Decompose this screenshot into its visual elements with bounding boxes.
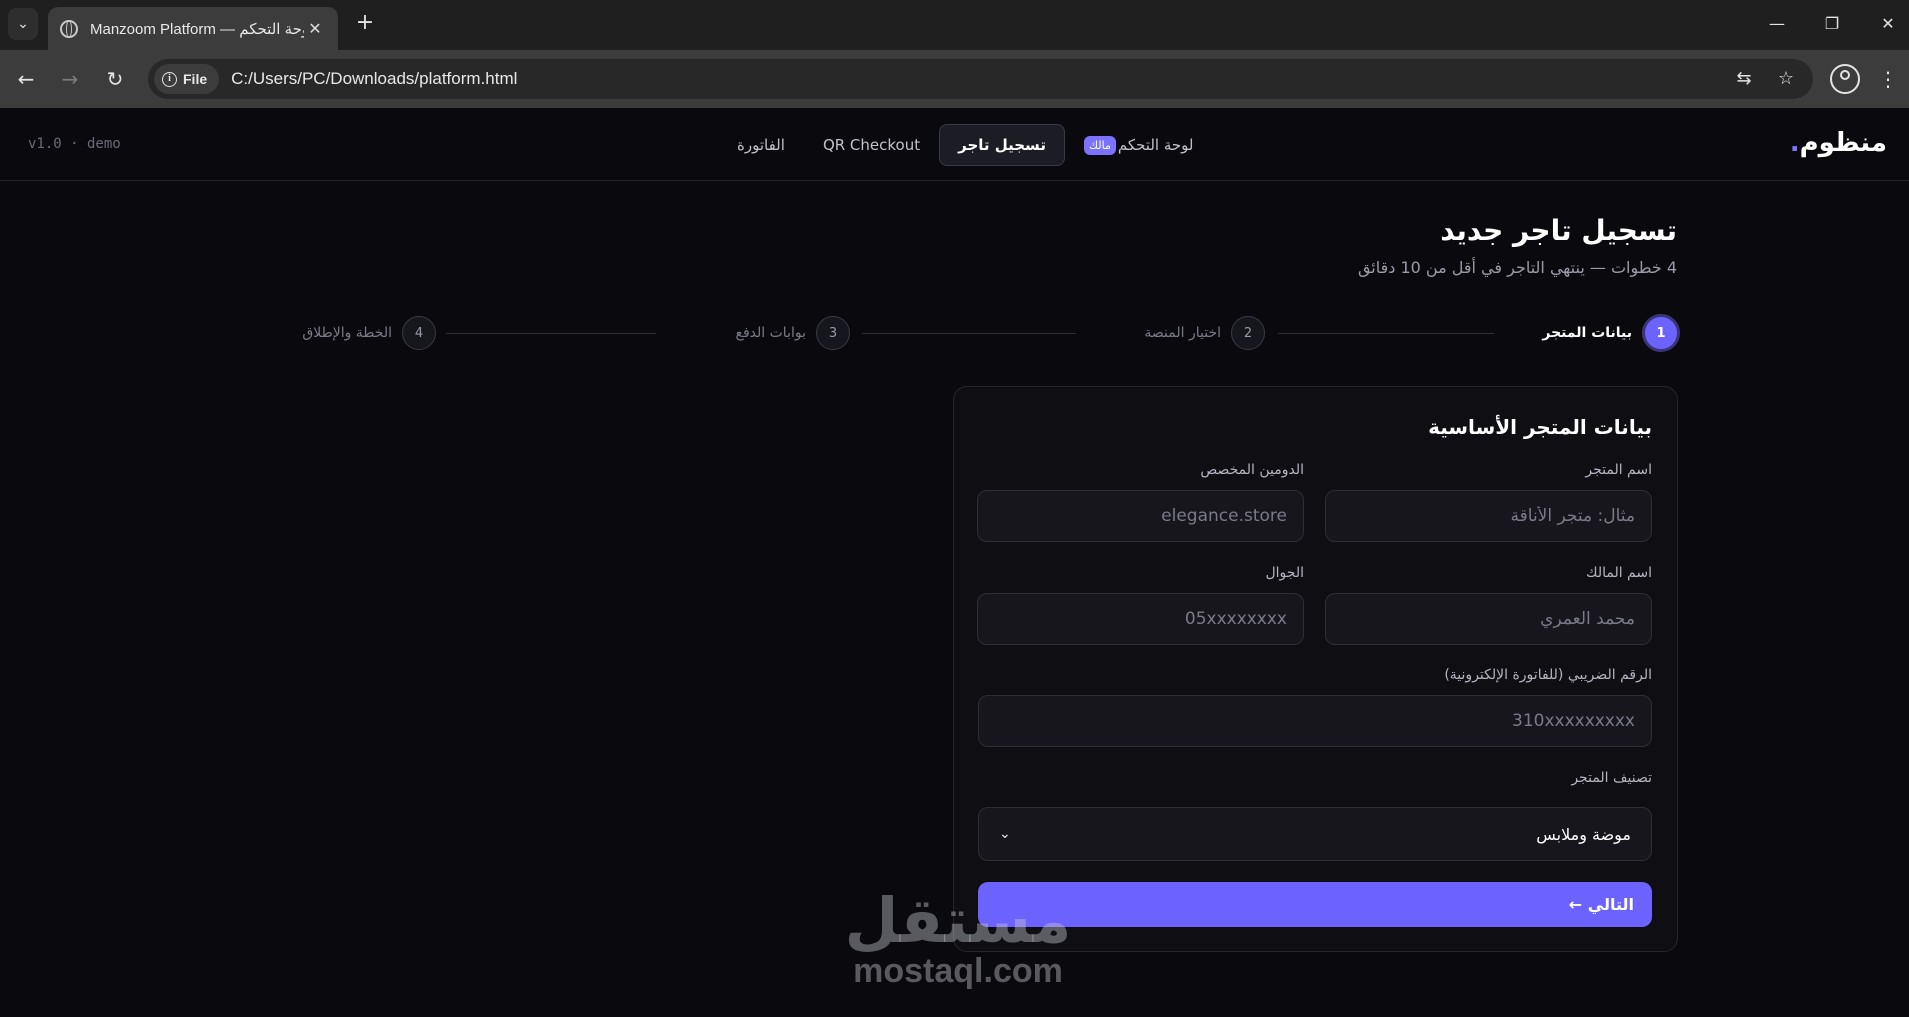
browser-menu-icon[interactable]: ⋮ (1876, 64, 1900, 94)
close-window-icon[interactable]: ✕ (1868, 10, 1908, 38)
version-label: v1.0 · demo (28, 136, 121, 152)
tab-close-icon[interactable]: ✕ (304, 19, 326, 38)
owner-name-input[interactable] (1325, 593, 1652, 645)
browser-toolbar: ← → ↻ i File C:/Users/PC/Downloads/platf… (0, 50, 1909, 108)
reload-icon[interactable]: ↻ (99, 64, 131, 96)
store-name-input[interactable] (1325, 490, 1652, 542)
step-label: اختيار المنصة (1144, 325, 1221, 341)
nav-qr-checkout[interactable]: QR Checkout (804, 124, 939, 166)
file-label: File (183, 71, 208, 87)
globe-icon (60, 19, 78, 38)
owner-badge: مالك (1083, 135, 1116, 155)
step-label: بيانات المتجر (1542, 325, 1632, 341)
nav-dashboard-label: لوحة التحكم (1117, 136, 1194, 154)
step-label: بوابات الدفع (735, 325, 806, 341)
brand-logo[interactable]: منظوم. (1790, 128, 1887, 158)
browser-tab[interactable]: Manzoom Platform — لوحة التحكم ✕ (48, 7, 338, 50)
bookmark-star-icon[interactable]: ☆ (1771, 64, 1801, 94)
main-nav: الفاتورة QR Checkout تسجيل تاجر لوحة الت… (718, 124, 1212, 166)
url-text[interactable]: C:/Users/PC/Downloads/platform.html (231, 69, 1729, 89)
store-name-label: اسم المتجر (1585, 462, 1652, 478)
tab-title: Manzoom Platform — لوحة التحكم (90, 20, 304, 38)
nav-invoice[interactable]: الفاتورة (718, 124, 804, 166)
category-selected-value: موضة وملابس (1536, 824, 1631, 844)
form-title: بيانات المتجر الأساسية (1428, 415, 1652, 439)
minimize-icon[interactable]: — (1757, 10, 1797, 38)
forward-arrow-icon[interactable]: → (54, 64, 86, 96)
translate-icon[interactable]: ⇆ (1729, 64, 1759, 94)
step-1[interactable]: 1 بيانات المتجر (1542, 313, 1680, 353)
step-number: 4 (402, 316, 436, 350)
step-number: 1 (1642, 314, 1680, 352)
step-4[interactable]: 4 الخطة والإطلاق (302, 313, 436, 353)
info-icon: i (162, 71, 177, 87)
step-label: الخطة والإطلاق (302, 325, 392, 341)
owner-name-label: اسم المالك (1586, 565, 1652, 581)
step-2[interactable]: 2 اختيار المنصة (1144, 313, 1265, 353)
tab-search-chevron-icon[interactable]: ⌄ (8, 8, 38, 40)
site-info-chip[interactable]: i File (154, 64, 220, 94)
next-button[interactable]: التالي ← (978, 882, 1652, 927)
phone-label: الجوال (1265, 565, 1305, 581)
watermark-english: mostaql.com (853, 952, 1063, 990)
store-details-card: بيانات المتجر الأساسية اسم المتجر الدومي… (953, 386, 1678, 952)
profile-icon[interactable] (1830, 64, 1860, 94)
stepper: 1 بيانات المتجر 2 اختيار المنصة 3 بوابات… (300, 313, 1680, 353)
step-number: 3 (816, 316, 850, 350)
back-arrow-icon[interactable]: ← (10, 64, 42, 96)
chevron-down-icon: ⌄ (999, 826, 1011, 842)
domain-label: الدومين المخصص (1200, 462, 1304, 478)
step-number: 2 (1231, 316, 1265, 350)
step-connector (862, 333, 1076, 334)
address-bar[interactable]: i File C:/Users/PC/Downloads/platform.ht… (148, 59, 1813, 99)
domain-input[interactable] (977, 490, 1304, 542)
mostaql-watermark: مستقل mostaql.com (838, 884, 1078, 990)
category-label: تصنيف المتجر (1571, 770, 1652, 786)
step-connector (446, 333, 656, 334)
new-tab-plus-icon[interactable]: + (352, 11, 378, 37)
page: v1.0 · demo الفاتورة QR Checkout تسجيل ت… (0, 108, 1909, 1017)
phone-input[interactable] (977, 593, 1304, 645)
tax-number-input[interactable] (978, 695, 1652, 747)
step-3[interactable]: 3 بوابات الدفع (736, 313, 850, 353)
nav-dashboard[interactable]: لوحة التحكم مالك (1065, 124, 1213, 166)
nav-register-merchant[interactable]: تسجيل تاجر (939, 124, 1065, 166)
app-topnav: v1.0 · demo الفاتورة QR Checkout تسجيل ت… (0, 108, 1909, 181)
browser-tabstrip: ⌄ Manzoom Platform — لوحة التحكم ✕ + — ❐… (0, 0, 1909, 50)
category-select[interactable]: موضة وملابس ⌄ (978, 807, 1652, 861)
tax-number-label: الرقم الضريبي (للفاتورة الإلكترونية) (1444, 667, 1652, 683)
page-subtitle: 4 خطوات — ينتهي التاجر في أقل من 10 دقائ… (1357, 258, 1677, 277)
watermark-arabic: مستقل (844, 884, 1072, 957)
restore-icon[interactable]: ❐ (1812, 10, 1852, 38)
page-title: تسجيل تاجر جديد (1440, 214, 1677, 247)
step-connector (1278, 333, 1494, 334)
